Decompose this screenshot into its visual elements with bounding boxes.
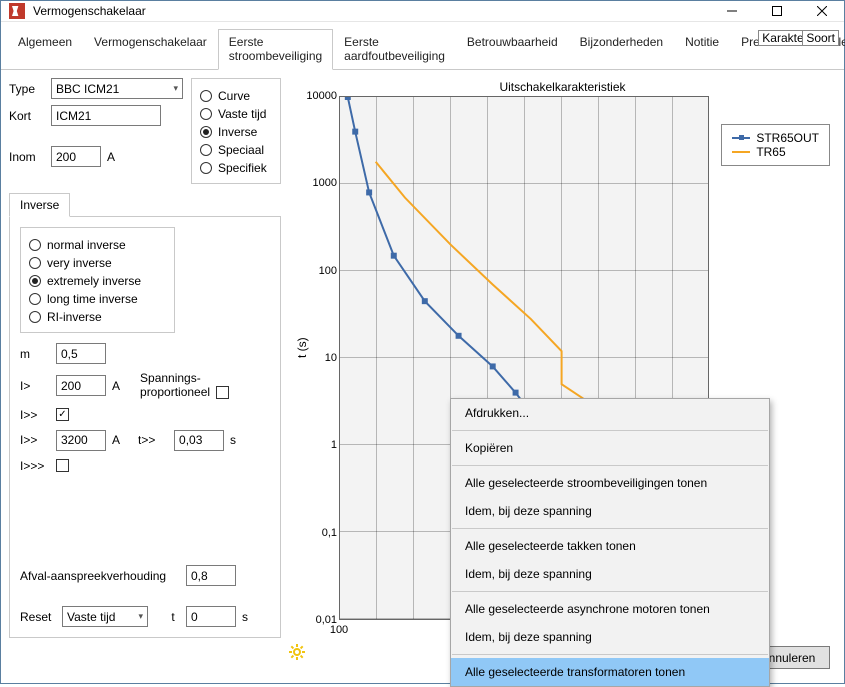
igtgt-enable-label: I>> [20, 408, 50, 422]
spannings-checkbox[interactable] [216, 386, 229, 399]
context-menu-separator [452, 430, 768, 431]
window-title: Vermogenschakelaar [33, 4, 709, 18]
context-menu-item[interactable]: Alle geselecteerde transformatoren tonen [451, 658, 769, 686]
tgtgt-input[interactable]: 0,03 [174, 430, 224, 451]
left-panel: Type BBC ICM21 ▾ Kort ICM21 Inom 200 A [9, 78, 281, 638]
reset-label: Reset [20, 610, 56, 624]
radio-very-inverse[interactable]: very inverse [29, 254, 166, 272]
context-menu-separator [452, 528, 768, 529]
reset-t-label: t [166, 610, 180, 624]
y-tick: 10000 [306, 90, 337, 102]
y-tick: 0,1 [322, 527, 337, 539]
chart-title: Uitschakelkarakteristiek [289, 78, 836, 98]
legend-item-1: TR65 [756, 145, 785, 159]
radio-inverse[interactable]: Inverse [200, 123, 272, 141]
maximize-button[interactable] [754, 1, 799, 21]
type-combo[interactable]: BBC ICM21 ▾ [51, 78, 183, 99]
soort-title: Soort [802, 30, 839, 46]
y-tick: 1 [331, 439, 337, 451]
chevron-down-icon: ▾ [173, 83, 178, 94]
karakteristiek-group: Karakteristiek Curve Vaste tijd Inverse … [191, 78, 281, 184]
radio-vaste-tijd[interactable]: Vaste tijd [200, 105, 272, 123]
context-menu-separator [452, 654, 768, 655]
inverse-panel: Soort normal inverse very inverse extrem… [9, 217, 281, 638]
igtgtgt-label: I>>> [20, 459, 50, 473]
igt-unit: A [112, 379, 120, 393]
radio-extremely-inverse[interactable]: extremely inverse [29, 272, 166, 290]
chevron-down-icon: ▾ [138, 611, 143, 622]
x-tick: 100 [330, 624, 348, 636]
spannings-label: Spannings- proportioneel [140, 372, 229, 400]
igtgt-enable-checkbox[interactable] [56, 408, 69, 421]
y-axis-label: t (s) [295, 337, 309, 358]
kort-label: Kort [9, 109, 45, 123]
reset-combo[interactable]: Vaste tijd ▾ [62, 606, 148, 627]
type-value: BBC ICM21 [56, 82, 119, 96]
igtgt-label: I>> [20, 433, 50, 447]
window-buttons [709, 1, 844, 21]
subtab-inverse[interactable]: Inverse [9, 193, 70, 217]
sub-tabs: Inverse [9, 192, 281, 217]
radio-specifiek[interactable]: Specifiek [200, 159, 272, 177]
afval-input[interactable]: 0,8 [186, 565, 236, 586]
context-menu: Afdrukken... Kopiëren Alle geselecteerde s… [450, 398, 770, 687]
context-menu-item[interactable]: Alle geselecteerde takken tonen [451, 532, 769, 560]
inom-unit: A [107, 150, 115, 164]
context-menu-separator [452, 591, 768, 592]
legend: STR65OUT TR65 [721, 124, 830, 166]
minimize-button[interactable] [709, 1, 754, 21]
type-label: Type [9, 82, 45, 96]
afval-label: Afval-aanspreekverhouding [20, 569, 180, 583]
context-menu-separator [452, 465, 768, 466]
y-tick: 100 [319, 265, 337, 277]
igtgt-unit: A [112, 433, 120, 447]
radio-normal-inverse[interactable]: normal inverse [29, 236, 166, 254]
titlebar: Vermogenschakelaar [1, 1, 844, 22]
gear-icon[interactable] [289, 644, 305, 660]
tab-vermogenschakelaar[interactable]: Vermogenschakelaar [83, 29, 218, 70]
m-label: m [20, 347, 50, 361]
tab-eerste-aardfoutbeveiliging[interactable]: Eerste aardfoutbeveiliging [333, 29, 456, 70]
tabs: Algemeen Vermogenschakelaar Eerste stroo… [1, 22, 844, 70]
close-button[interactable] [799, 1, 844, 21]
reset-t-input[interactable]: 0 [186, 606, 236, 627]
radio-speciaal[interactable]: Speciaal [200, 141, 272, 159]
app-icon [9, 3, 25, 19]
context-menu-item[interactable]: Alle geselecteerde asynchrone motoren to… [451, 595, 769, 623]
soort-group: Soort normal inverse very inverse extrem… [20, 227, 175, 333]
reset-t-unit: s [242, 610, 248, 624]
igtgtgt-checkbox[interactable] [56, 459, 69, 472]
context-menu-item[interactable]: Idem, bij deze spanning [451, 497, 769, 525]
radio-ri-inverse[interactable]: RI-inverse [29, 308, 166, 326]
context-menu-item[interactable]: Afdrukken... [451, 399, 769, 427]
context-menu-item[interactable]: Idem, bij deze spanning [451, 623, 769, 651]
tgtgt-unit: s [230, 433, 236, 447]
tab-betrouwbaarheid[interactable]: Betrouwbaarheid [456, 29, 569, 70]
tab-eerste-stroombeveiliging[interactable]: Eerste stroombeveiliging [218, 29, 333, 70]
kort-input[interactable]: ICM21 [51, 105, 161, 126]
igt-input[interactable]: 200 [56, 375, 106, 396]
y-tick: 10 [325, 352, 337, 364]
y-tick: 1000 [313, 177, 337, 189]
context-menu-item[interactable]: Idem, bij deze spanning [451, 560, 769, 588]
tab-notitie[interactable]: Notitie [674, 29, 730, 70]
tgtgt-label: t>> [138, 433, 168, 447]
m-input[interactable]: 0,5 [56, 343, 106, 364]
igt-label: I> [20, 379, 50, 393]
tab-bijzonderheden[interactable]: Bijzonderheden [569, 29, 674, 70]
tab-algemeen[interactable]: Algemeen [7, 29, 83, 70]
inom-label: Inom [9, 150, 45, 164]
context-menu-item[interactable]: Alle geselecteerde stroombeveiligingen t… [451, 469, 769, 497]
context-menu-item[interactable]: Kopiëren [451, 434, 769, 462]
igtgt-input[interactable]: 3200 [56, 430, 106, 451]
inom-input[interactable]: 200 [51, 146, 101, 167]
radio-long-time-inverse[interactable]: long time inverse [29, 290, 166, 308]
legend-item-0: STR65OUT [756, 131, 819, 145]
radio-curve[interactable]: Curve [200, 87, 272, 105]
